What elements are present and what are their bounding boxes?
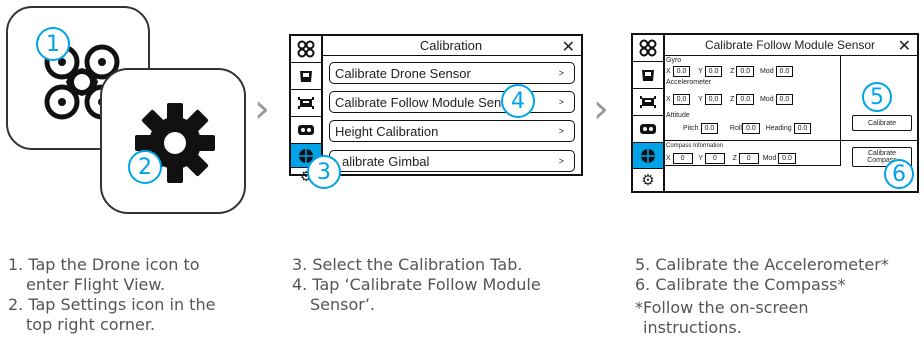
tab-remote[interactable] — [291, 63, 321, 90]
panel-title-bar: Calibrate Follow Module Sensor ✕ — [663, 35, 917, 56]
step-text-5-6: 5. Calibrate the Accelerometer* 6. Calib… — [635, 255, 889, 294]
settings-app-icon[interactable] — [100, 68, 246, 214]
compass-information-label: Compass Information — [666, 143, 724, 149]
chevron-right-icon: › — [593, 86, 609, 132]
chevron-right-icon: > — [558, 126, 564, 136]
tab-follow-module[interactable] — [633, 89, 663, 116]
vr-camera-icon — [298, 125, 314, 135]
step-text-1-2: 1. Tap the Drone icon to enter Flight Vi… — [8, 255, 216, 334]
attitude-label: Attitude — [666, 112, 690, 119]
chevron-right-icon: > — [558, 156, 564, 166]
remote-icon — [300, 71, 312, 82]
tab-drone[interactable] — [633, 35, 663, 62]
callout-5: 5 — [862, 82, 892, 112]
vr-camera-icon — [640, 124, 656, 134]
tab-camera[interactable] — [633, 116, 663, 143]
follow-module-sensor-panel: ⚙ Calibrate Follow Module Sensor ✕ Gyro … — [631, 33, 919, 193]
menu-label: alibrate Gimbal — [342, 153, 430, 169]
sensor-readout: Gyro X 0.0 Y 0.0 Z 0.0 Mod 0.0 Accelerom… — [663, 56, 841, 166]
calibration-panel: ⚙ Calibration ✕ Calibrate Drone Sensor >… — [289, 34, 583, 185]
panel-title: Calibration — [419, 38, 483, 53]
footnote: *Follow the on-screen instructions. — [635, 298, 809, 337]
menu-calibrate-follow-module-sensor[interactable]: Calibrate Follow Module Sensor > — [329, 91, 575, 113]
callout-1: 1 — [36, 27, 70, 61]
panel-title-bar: Calibration ✕ — [321, 36, 581, 56]
quadcopter-icon — [639, 39, 657, 57]
follow-module-icon — [640, 96, 656, 108]
menu-calibrate-drone-sensor[interactable]: Calibrate Drone Sensor > — [329, 62, 575, 84]
menu-label: Calibrate Follow Module Sensor — [335, 94, 520, 110]
menu-calibrate-gimbal[interactable]: alibrate Gimbal > — [329, 150, 575, 172]
chevron-right-icon: › — [254, 86, 270, 132]
callout-3: 3 — [307, 155, 341, 189]
gear-icon — [135, 103, 215, 183]
close-icon[interactable]: ✕ — [562, 37, 575, 56]
remote-icon — [642, 70, 654, 81]
step-text-3-4: 3. Select the Calibration Tab. 4. Tap ‘C… — [292, 255, 541, 314]
callout-4: 4 — [501, 84, 535, 118]
accelerometer-label: Accelerometer — [666, 79, 712, 86]
tab-calibration[interactable] — [633, 143, 663, 169]
globe-icon — [641, 148, 655, 163]
gyro-label: Gyro — [666, 57, 682, 64]
chevron-right-icon: > — [558, 68, 564, 78]
menu-label: Calibrate Drone Sensor — [335, 65, 471, 81]
tab-settings[interactable]: ⚙ — [633, 169, 663, 191]
callout-6: 6 — [884, 159, 914, 189]
callout-2: 2 — [128, 150, 162, 184]
compass-row: X 0 Y 0 Z 0 Mod 0.0 — [666, 153, 796, 164]
chevron-right-icon: > — [558, 97, 564, 107]
menu-label: Height Calibration — [335, 123, 439, 139]
attitude-row: Pitch 0.0 Roll 0.0 Heading 0.0 — [683, 123, 812, 134]
tab-drone[interactable] — [291, 36, 321, 63]
calibrate-accelerometer-button[interactable]: Calibrate — [852, 115, 912, 131]
panel-title: Calibrate Follow Module Sensor — [704, 38, 876, 52]
tab-remote[interactable] — [633, 62, 663, 89]
menu-height-calibration[interactable]: Height Calibration > — [329, 120, 575, 142]
gyro-row: X 0.0 Y 0.0 Z 0.0 Mod 0.0 — [666, 66, 794, 77]
quadcopter-icon — [297, 40, 315, 58]
tab-camera[interactable] — [291, 117, 321, 144]
follow-module-icon — [298, 97, 314, 109]
close-icon[interactable]: ✕ — [898, 36, 911, 55]
gear-icon: ⚙ — [641, 171, 655, 189]
tab-follow-module[interactable] — [291, 90, 321, 117]
accelerometer-row: X 0.0 Y 0.0 Z 0.0 Mod 0.0 — [666, 94, 794, 105]
